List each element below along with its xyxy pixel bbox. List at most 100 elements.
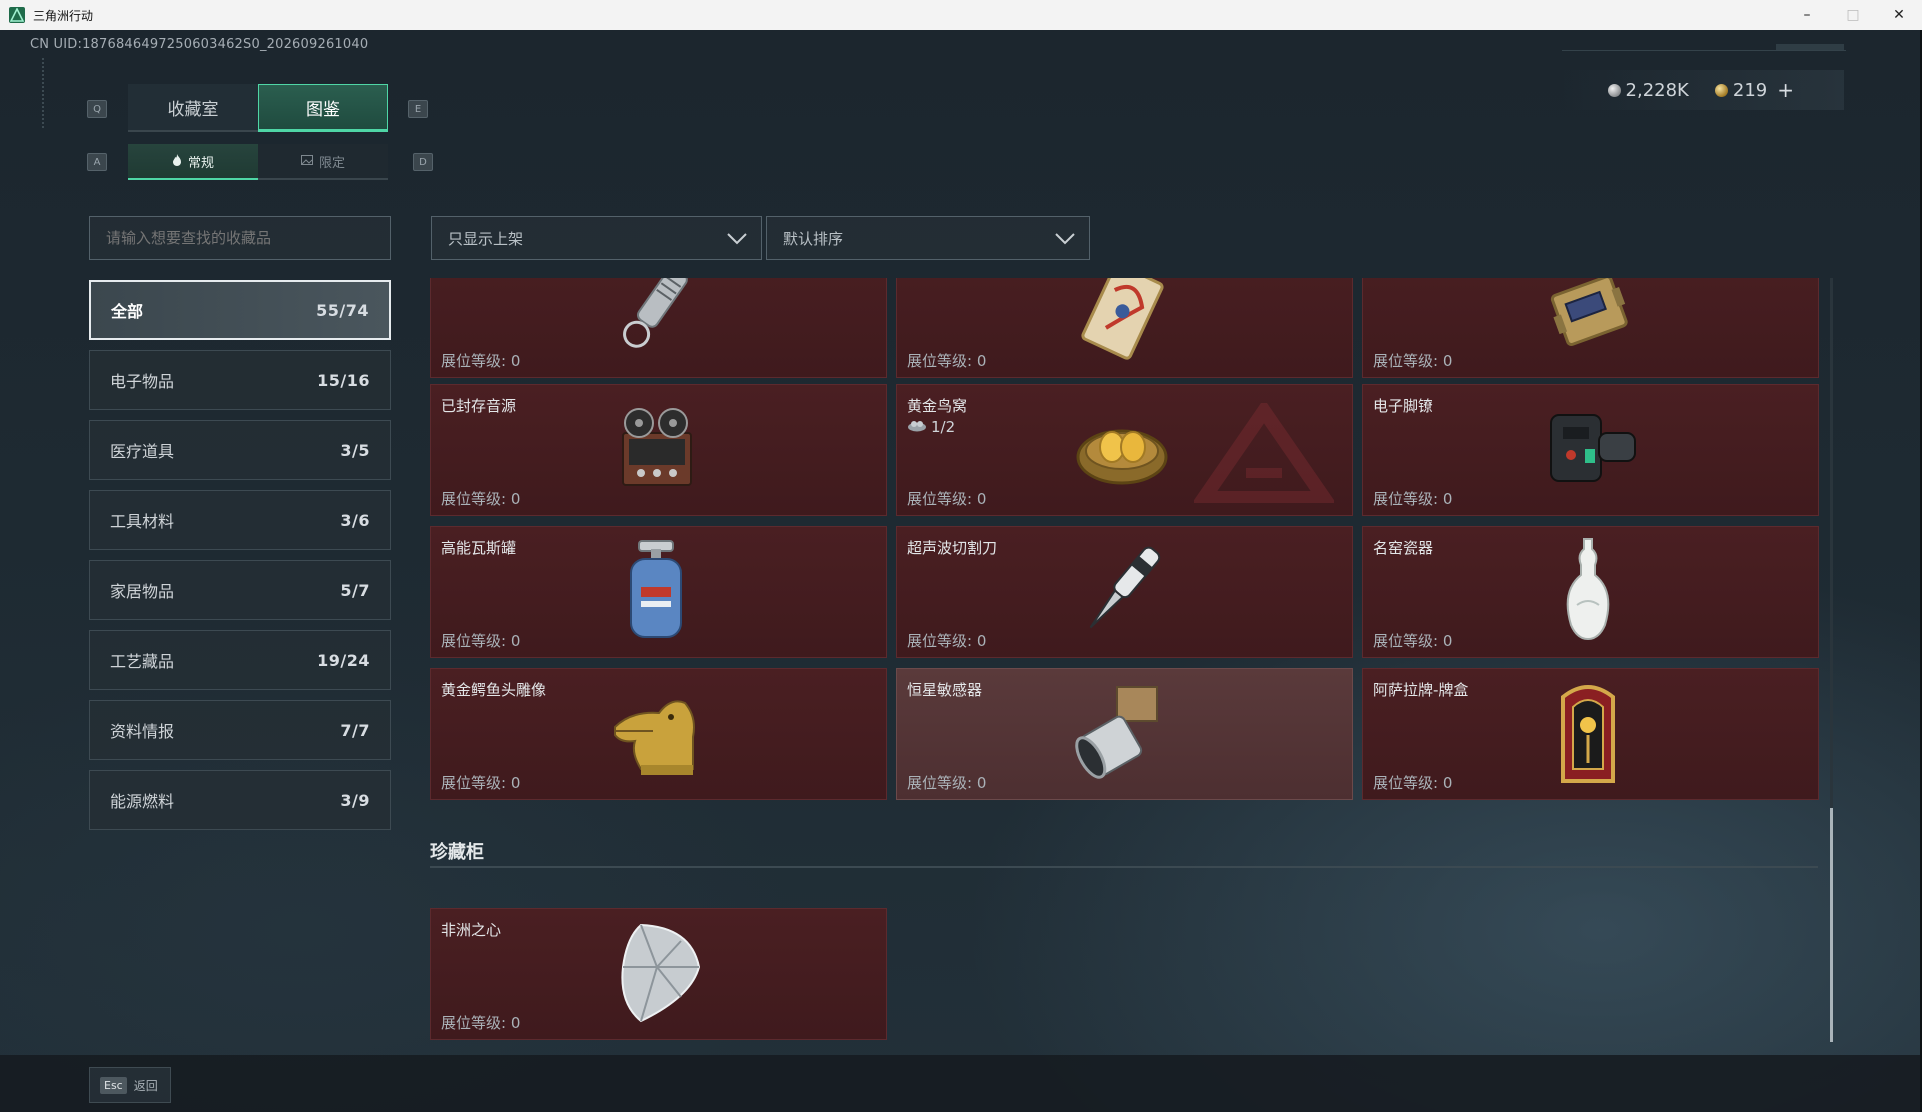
- player-uid: CN UID:1876846497250603462S0_20260926104…: [30, 37, 369, 52]
- item-name: 高能瓦斯罐: [441, 539, 517, 557]
- item-card[interactable]: 超声波切割刀 展位等级: 0: [896, 526, 1353, 658]
- display-level: 展位等级: 0: [1373, 774, 1453, 792]
- category-label: 全部: [111, 302, 144, 321]
- item-card[interactable]: 电子脚镣 展位等级: 0: [1362, 384, 1819, 516]
- decor-line: [42, 58, 50, 128]
- porcelain-vase-icon: [1533, 535, 1643, 645]
- item-card[interactable]: 名窑瓷器 展位等级: 0: [1362, 526, 1819, 658]
- subtab-limited[interactable]: 限定: [258, 144, 388, 180]
- silver-coin-icon: [1607, 83, 1621, 97]
- tab-catalog[interactable]: 图鉴: [258, 84, 388, 132]
- item-card[interactable]: 阿萨拉牌-牌盒 展位等级: 0: [1362, 668, 1819, 800]
- display-level: 展位等级: 0: [1373, 490, 1453, 508]
- category-medical[interactable]: 医疗道具 3/5: [89, 420, 391, 480]
- section-title: 珍藏柜: [430, 842, 484, 863]
- display-level: 展位等级: 0: [1373, 352, 1453, 370]
- item-card[interactable]: 恒星敏感器 展位等级: 0: [896, 668, 1353, 800]
- display-level: 展位等级: 0: [907, 352, 987, 370]
- category-count: 55/74: [316, 300, 369, 320]
- item-name: 阿萨拉牌-牌盒: [1373, 681, 1469, 699]
- golden-crocodile-icon: [601, 677, 711, 787]
- item-card[interactable]: 已封存音源 展位等级: 0: [430, 384, 887, 516]
- bottom-bar: Esc 返回: [0, 1055, 1922, 1112]
- image-icon: [300, 154, 313, 168]
- category-crafts[interactable]: 工艺藏品 19/24: [89, 630, 391, 690]
- minimize-button[interactable]: –: [1784, 0, 1830, 30]
- tab-collection-room[interactable]: 收藏室: [128, 84, 258, 132]
- nest-small-icon: [907, 418, 927, 436]
- display-level: 展位等级: 0: [907, 490, 987, 508]
- item-name: 电子脚镣: [1373, 397, 1434, 415]
- shelf-filter-dropdown[interactable]: 只显示上架: [431, 216, 762, 260]
- category-label: 能源燃料: [110, 792, 175, 811]
- currency-bar: 2,228K 219 +: [1562, 70, 1844, 110]
- subtab-regular[interactable]: 常规: [128, 144, 258, 180]
- decor-line: [1562, 50, 1846, 51]
- category-count: 15/16: [317, 370, 370, 390]
- chevron-down-icon: [725, 227, 749, 253]
- category-tools[interactable]: 工具材料 3/6: [89, 490, 391, 550]
- item-card[interactable]: 展位等级: 0: [430, 278, 887, 378]
- category-electronics[interactable]: 电子物品 15/16: [89, 350, 391, 410]
- delta-logo-watermark: [1190, 398, 1338, 507]
- gold-coin-icon: [1714, 83, 1728, 97]
- gold-device-icon: [1533, 278, 1643, 365]
- silver-currency: 2,228K: [1607, 79, 1689, 101]
- back-label: 返回: [133, 1078, 158, 1093]
- category-label: 工具材料: [110, 512, 175, 531]
- category-count: 3/6: [340, 510, 370, 530]
- key-hint-d: D: [413, 153, 433, 171]
- item-name: 超声波切割刀: [907, 539, 998, 557]
- flashlight-keychain-icon: [601, 278, 711, 365]
- key-hint-q: Q: [87, 100, 107, 118]
- game-area: CN UID:1876846497250603462S0_20260926104…: [0, 30, 1922, 1112]
- category-household[interactable]: 家居物品 5/7: [89, 560, 391, 620]
- decor-bar: [1776, 44, 1844, 50]
- gas-canister-icon: [601, 535, 711, 645]
- sub-tabs: 常规 限定: [128, 144, 388, 180]
- section-divider: [430, 866, 1818, 868]
- category-energy[interactable]: 能源燃料 3/9: [89, 770, 391, 830]
- category-intel[interactable]: 资料情报 7/7: [89, 700, 391, 760]
- search-input[interactable]: [89, 216, 391, 260]
- category-count: 3/9: [340, 790, 370, 810]
- item-card[interactable]: 黄金鳄鱼头雕像 展位等级: 0: [430, 668, 887, 800]
- category-count: 3/5: [340, 440, 370, 460]
- display-level: 展位等级: 0: [907, 632, 987, 650]
- back-button[interactable]: Esc 返回: [89, 1067, 171, 1103]
- golden-nest-icon: [1067, 393, 1177, 503]
- subtab-regular-label: 常规: [187, 155, 214, 171]
- item-card[interactable]: 非洲之心 展位等级: 0: [430, 908, 887, 1040]
- item-name: 已封存音源: [441, 397, 517, 415]
- diamond-icon: [601, 917, 711, 1027]
- display-level: 展位等级: 0: [441, 490, 521, 508]
- category-count: 5/7: [340, 580, 370, 600]
- category-label: 医疗道具: [110, 442, 175, 461]
- maximize-button[interactable]: □: [1830, 0, 1876, 30]
- item-name: 黄金鳄鱼头雕像: [441, 681, 547, 699]
- item-card[interactable]: 展位等级: 0: [1362, 278, 1819, 378]
- sort-value: 默认排序: [783, 229, 844, 248]
- scrollbar-thumb[interactable]: [1830, 808, 1833, 1042]
- close-button[interactable]: ✕: [1876, 0, 1922, 30]
- silver-amount: 2,228K: [1625, 79, 1689, 101]
- esc-key-hint: Esc: [100, 1076, 127, 1094]
- category-count: 7/7: [340, 720, 370, 740]
- gold-amount: 219: [1732, 79, 1768, 101]
- sort-dropdown[interactable]: 默认排序: [766, 216, 1090, 260]
- item-card[interactable]: 黄金鸟窝 1/2 展位等级: 0: [896, 384, 1353, 516]
- item-card[interactable]: 展位等级: 0: [896, 278, 1353, 378]
- window-titlebar: 三角洲行动 – □ ✕: [0, 0, 1922, 30]
- display-level: 展位等级: 0: [441, 1014, 521, 1032]
- category-count: 19/24: [317, 650, 370, 670]
- item-name: 恒星敏感器: [907, 681, 983, 699]
- add-currency-button[interactable]: +: [1777, 78, 1794, 102]
- category-list: 全部 55/74 电子物品 15/16 医疗道具 3/5 工具材料 3/6 家居…: [89, 280, 391, 840]
- display-level: 展位等级: 0: [441, 774, 521, 792]
- category-all[interactable]: 全部 55/74: [89, 280, 391, 340]
- item-card[interactable]: 高能瓦斯罐 展位等级: 0: [430, 526, 887, 658]
- flame-icon: [172, 153, 182, 169]
- ornate-card-icon: [1067, 278, 1177, 365]
- item-progress: 1/2: [907, 418, 955, 436]
- item-grid: 展位等级: 0 展位等级: 0 展位等级: 0 已封存音源 展位等级: 0 黄金…: [430, 278, 1830, 1042]
